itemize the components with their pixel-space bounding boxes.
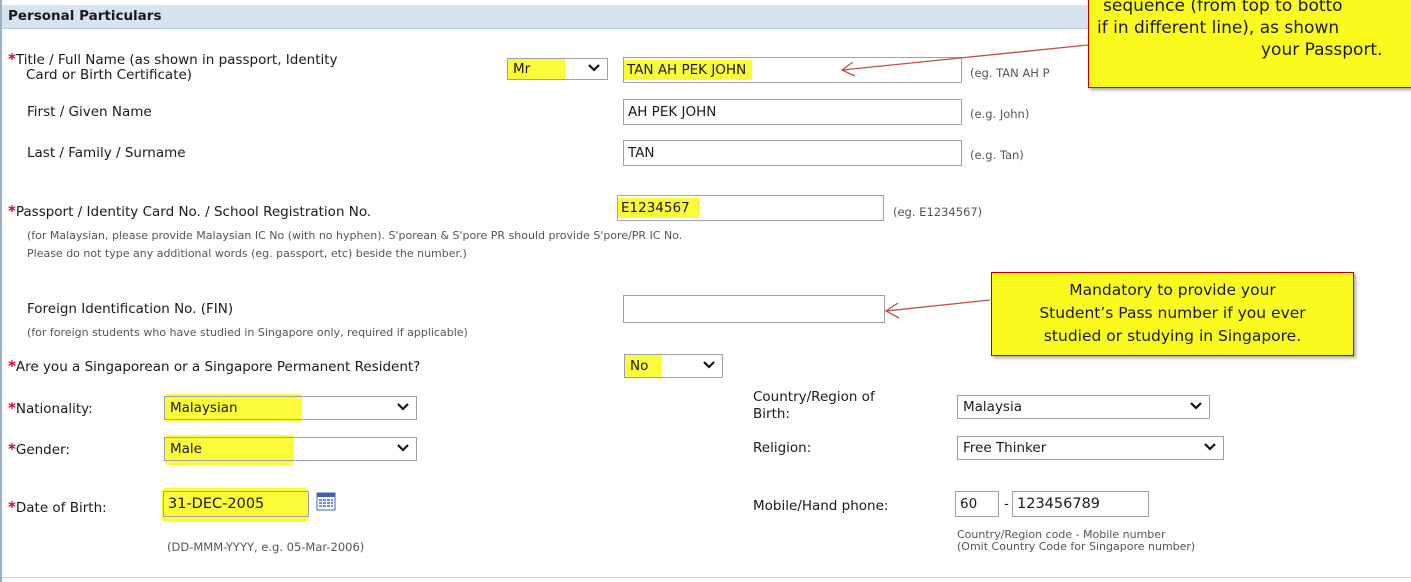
callout-arrow-fin <box>885 299 991 312</box>
callout-fin: Mandatory to provide your Student’s Pass… <box>991 272 1354 356</box>
callout-arrow-top <box>841 44 1089 71</box>
callout-top-line3: your Passport. <box>1261 40 1383 60</box>
callout-top: sequence (from top to botto if in differ… <box>1088 0 1411 88</box>
callout-fin-line2: Student’s Pass number if you ever <box>1039 304 1306 322</box>
callout-fin-line3: studied or studying in Singapore. <box>1043 327 1302 345</box>
callout-top-line1: sequence (from top to botto <box>1103 0 1343 16</box>
callout-top-line2: if in different line), as shown <box>1097 18 1340 38</box>
callout-fin-line1: Mandatory to provide your <box>1069 281 1276 299</box>
